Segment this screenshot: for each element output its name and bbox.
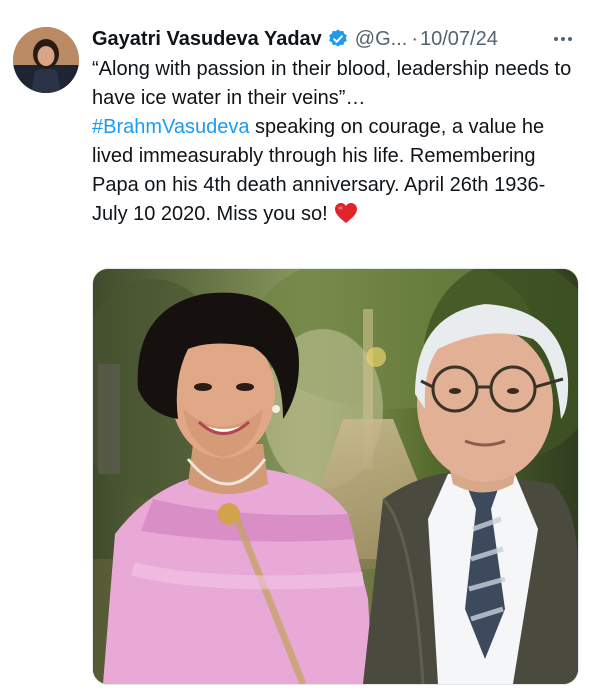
tweet[interactable]: Gayatri Vasudeva Yadav @G... · 10/07/24 … (0, 0, 590, 691)
author-name[interactable]: Gayatri Vasudeva Yadav (92, 26, 322, 52)
author-handle[interactable]: @G... (355, 26, 408, 52)
red-heart-emoji-icon (334, 203, 357, 223)
tweet-quote: “Along with passion in their blood, lead… (92, 58, 572, 109)
tweet-text: “Along with passion in their blood, lead… (92, 55, 577, 229)
tweet-date[interactable]: 10/07/24 (420, 26, 498, 52)
author-avatar[interactable] (13, 27, 79, 93)
verified-badge-icon (328, 29, 347, 47)
more-options-icon[interactable] (554, 37, 576, 41)
hashtag-link[interactable]: #BrahmVasudeva (92, 116, 250, 138)
separator-dot: · (411, 28, 418, 50)
tweet-header: Gayatri Vasudeva Yadav @G... · 10/07/24 (92, 26, 576, 52)
tweet-photo[interactable] (92, 268, 579, 685)
